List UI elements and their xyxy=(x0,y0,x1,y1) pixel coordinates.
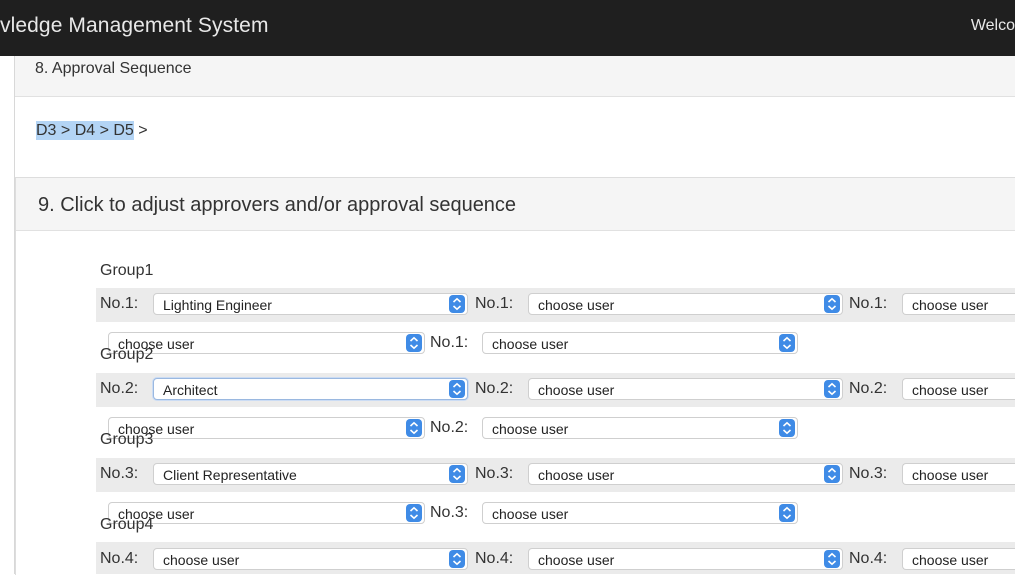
group-2-label: Group2 xyxy=(100,346,154,363)
sequence-tail: > xyxy=(133,122,148,139)
updown-chevron-icon xyxy=(449,380,465,398)
group-2-no-label: No.2: xyxy=(849,380,888,397)
group-4-no-label: No.4: xyxy=(475,550,514,567)
group-1-select-4[interactable]: choose user xyxy=(108,332,425,354)
section-8-title: 8. Approval Sequence xyxy=(35,60,192,77)
welcome-text: Welco xyxy=(970,17,1015,34)
updown-chevron-icon xyxy=(406,419,422,437)
group-4-no-label: No.4: xyxy=(849,550,888,567)
group-2-no-label: No.2: xyxy=(475,380,514,397)
group-3-select-3[interactable]: choose user xyxy=(902,463,1015,485)
group-2-no-label: No.2: xyxy=(430,419,469,436)
updown-chevron-icon xyxy=(779,419,795,437)
group-2-select-5[interactable]: choose user xyxy=(482,417,798,439)
group-1-no-label: No.1: xyxy=(430,334,469,351)
updown-chevron-icon xyxy=(824,295,840,313)
section-9-title[interactable]: 9. Click to adjust approvers and/or appr… xyxy=(38,194,516,217)
approval-sequence-header: 8. Approval Sequence xyxy=(15,56,1015,97)
group-1-select-3[interactable]: choose user xyxy=(902,293,1015,315)
app-title: vledge Management System xyxy=(0,14,269,37)
group-1-select-5[interactable]: choose user xyxy=(482,332,798,354)
group-1-no-label: No.1: xyxy=(849,295,888,312)
selected-text: D3 > D4 > D5 xyxy=(36,121,134,140)
group-3-select-4[interactable]: choose user xyxy=(108,502,425,524)
top-navbar: vledge Management System Welco xyxy=(0,0,1015,56)
group-3-select-1[interactable]: Client Representative xyxy=(153,463,468,485)
group-1-no-label: No.1: xyxy=(475,295,514,312)
updown-chevron-icon xyxy=(824,550,840,568)
updown-chevron-icon xyxy=(449,465,465,483)
group-1-select-1[interactable]: Lighting Engineer xyxy=(153,293,468,315)
group-2-no-label: No.2: xyxy=(100,380,139,397)
group-3-select-2[interactable]: choose user xyxy=(528,463,843,485)
group-3-no-label: No.3: xyxy=(475,465,514,482)
updown-chevron-icon xyxy=(824,465,840,483)
updown-chevron-icon xyxy=(824,380,840,398)
group-4-select-3[interactable]: choose user xyxy=(902,548,1015,570)
group-1-no-label: No.1: xyxy=(100,295,139,312)
group-1-label: Group1 xyxy=(100,262,154,279)
updown-chevron-icon xyxy=(779,334,795,352)
group-2-select-1[interactable]: Architect xyxy=(153,378,468,400)
adjust-approvers-header[interactable]: 9. Click to adjust approvers and/or appr… xyxy=(16,178,1015,231)
updown-chevron-icon xyxy=(449,295,465,313)
group-3-no-label: No.3: xyxy=(849,465,888,482)
group-3-label: Group3 xyxy=(100,431,154,448)
updown-chevron-icon xyxy=(449,550,465,568)
group-1-select-2[interactable]: choose user xyxy=(528,293,843,315)
group-4-label: Group4 xyxy=(100,516,154,533)
group-2-select-2[interactable]: choose user xyxy=(528,378,843,400)
updown-chevron-icon xyxy=(406,334,422,352)
group-4-no-label: No.4: xyxy=(100,550,139,567)
group-3-select-5[interactable]: choose user xyxy=(482,502,798,524)
group-4-select-2[interactable]: choose user xyxy=(528,548,843,570)
group-2-select-4[interactable]: choose user xyxy=(108,417,425,439)
updown-chevron-icon xyxy=(406,504,422,522)
group-3-no-label: No.3: xyxy=(430,504,469,521)
updown-chevron-icon xyxy=(779,504,795,522)
approval-sequence-value: D3 > D4 > D5 > xyxy=(36,121,148,140)
group-3-no-label: No.3: xyxy=(100,465,139,482)
group-4-select-1[interactable]: choose user xyxy=(153,548,468,570)
group-2-select-3[interactable]: choose user xyxy=(902,378,1015,400)
